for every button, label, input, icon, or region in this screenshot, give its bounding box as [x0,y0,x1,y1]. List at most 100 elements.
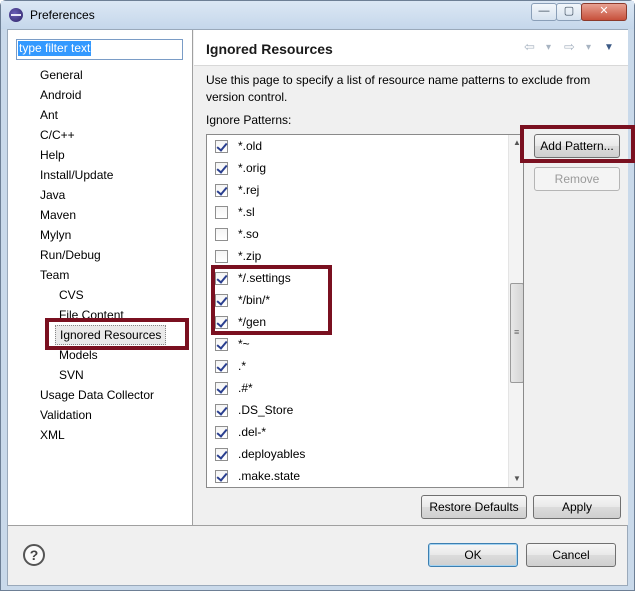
pattern-checkbox[interactable] [215,338,228,351]
tree-item-ant[interactable]: Ant [40,105,58,125]
forward-dropdown-icon[interactable]: ▾ [586,41,591,55]
apply-button[interactable]: Apply [533,495,621,519]
pattern-text: *~ [238,337,250,351]
pattern-row[interactable]: */bin/* [215,289,505,311]
page-description: Use this page to specify a list of resou… [206,73,591,104]
pattern-checkbox[interactable] [215,382,228,395]
pattern-row[interactable]: .del-* [215,421,505,443]
dialog-client-area: type filter text General Android Ant C/C++ H… [7,29,628,586]
pattern-row[interactable]: .make.state [215,465,505,487]
pattern-text: *.zip [238,249,262,263]
tree-item-validation[interactable]: Validation [40,405,92,425]
tree-item-team[interactable]: Team [40,265,69,285]
tree-item-c-c[interactable]: C/C++ [40,125,75,145]
pattern-row[interactable]: .DS_Store [215,399,505,421]
tree-item-xml[interactable]: XML [40,425,65,445]
tree-item-android[interactable]: Android [40,85,81,105]
pattern-row[interactable]: *.so [215,223,505,245]
scroll-grip-icon: ≡ [514,327,520,337]
eclipse-icon [9,8,23,22]
view-menu-icon[interactable]: ▼ [604,41,614,55]
pattern-text: .* [238,359,247,373]
ok-button[interactable]: OK [428,543,518,567]
pattern-text: *.old [238,139,263,153]
pattern-checkbox[interactable] [215,206,228,219]
scroll-up-icon[interactable]: ▲ [509,135,523,151]
pattern-checkbox[interactable] [215,448,228,461]
add-pattern-button[interactable]: Add Pattern... [534,134,620,158]
minimize-button[interactable]: — [531,3,557,21]
pattern-text: */.settings [238,271,291,285]
tree-item-maven[interactable]: Maven [40,205,76,225]
window-title: Preferences [30,8,95,22]
back-dropdown-icon[interactable]: ▾ [546,41,551,55]
preferences-window: Preferences — ▢ ✕ type filter text Gener… [0,0,635,591]
tree-item-mylyn[interactable]: Mylyn [40,225,71,245]
pattern-row[interactable]: .deployables [215,443,505,465]
pattern-row[interactable]: *.zip [215,245,505,267]
maximize-button[interactable]: ▢ [556,3,582,21]
close-button[interactable]: ✕ [581,3,627,21]
pattern-text: .DS_Store [238,403,294,417]
tree-item-svn[interactable]: SVN [59,365,84,385]
pattern-row[interactable]: .* [215,355,505,377]
pattern-checkbox[interactable] [215,272,228,285]
back-arrow-icon[interactable]: ⇦ [524,40,535,54]
forward-arrow-icon[interactable]: ⇨ [564,40,575,54]
ignore-patterns-list[interactable]: *.old *.orig *.rej *.sl *.so *.zip */.settings… [206,134,524,488]
pattern-checkbox[interactable] [215,404,228,417]
pattern-text: .make.state [238,469,301,483]
scroll-down-icon[interactable]: ▼ [509,471,523,487]
tree-item-models[interactable]: Models [59,345,98,365]
pattern-row[interactable]: */.settings [215,267,505,289]
pattern-row[interactable]: *.rej [215,179,505,201]
pattern-checkbox[interactable] [215,316,228,329]
pattern-checkbox[interactable] [215,360,228,373]
pattern-row[interactable]: *.sl [215,201,505,223]
filter-input[interactable]: type filter text [16,39,183,60]
pattern-checkbox[interactable] [215,140,228,153]
filter-input-text: type filter text [18,41,92,56]
preference-page: Ignored Resources ⇦ ▾ ⇨ ▾ ▼ Use this pag… [194,30,628,525]
tree-item-general[interactable]: General [40,65,83,85]
pattern-text: .deployables [238,447,306,461]
tree-item-java[interactable]: Java [40,185,65,205]
pattern-checkbox[interactable] [215,184,228,197]
page-header: Ignored Resources ⇦ ▾ ⇨ ▾ ▼ [194,30,628,66]
pattern-text: */bin/* [238,293,271,307]
pattern-text: *.orig [238,161,267,175]
list-vertical-scrollbar[interactable]: ▲ ≡ ▼ [508,135,523,487]
restore-defaults-button[interactable]: Restore Defaults [421,495,527,519]
pattern-checkbox[interactable] [215,294,228,307]
pattern-checkbox[interactable] [215,470,228,483]
preference-tree-pane: type filter text General Android Ant C/C++ H… [8,30,193,525]
pattern-checkbox[interactable] [215,426,228,439]
tree-item-help[interactable]: Help [40,145,65,165]
remove-button[interactable]: Remove [534,167,620,191]
pattern-text: .del-* [238,425,267,439]
pattern-checkbox[interactable] [215,250,228,263]
tree-item-cvs[interactable]: CVS [59,285,84,305]
help-icon[interactable]: ? [23,544,45,566]
tree-item-install-update[interactable]: Install/Update [40,165,113,185]
pattern-row[interactable]: *.old [215,135,505,157]
tree-item-file-content[interactable]: File Content [59,305,124,325]
pattern-row[interactable]: */gen [215,311,505,333]
pattern-row[interactable]: *~ [215,333,505,355]
pattern-text: *.rej [238,183,260,197]
pattern-checkbox[interactable] [215,228,228,241]
title-bar[interactable]: Preferences — ▢ ✕ [1,1,634,29]
pattern-text: */gen [238,315,267,329]
pattern-row[interactable]: *.orig [215,157,505,179]
page-title: Ignored Resources [206,41,333,57]
pattern-text: *.so [238,227,259,241]
pattern-checkbox[interactable] [215,162,228,175]
tree-item-usage-data-collector[interactable]: Usage Data Collector [40,385,154,405]
footer-separator [8,525,627,526]
pattern-row[interactable]: .#* [215,377,505,399]
ignore-patterns-label: Ignore Patterns: [206,113,292,127]
cancel-button[interactable]: Cancel [526,543,616,567]
tree-item-run-debug[interactable]: Run/Debug [40,245,101,265]
scroll-thumb[interactable]: ≡ [510,283,523,383]
tree-item-ignored-resources[interactable]: Ignored Resources [55,325,167,345]
